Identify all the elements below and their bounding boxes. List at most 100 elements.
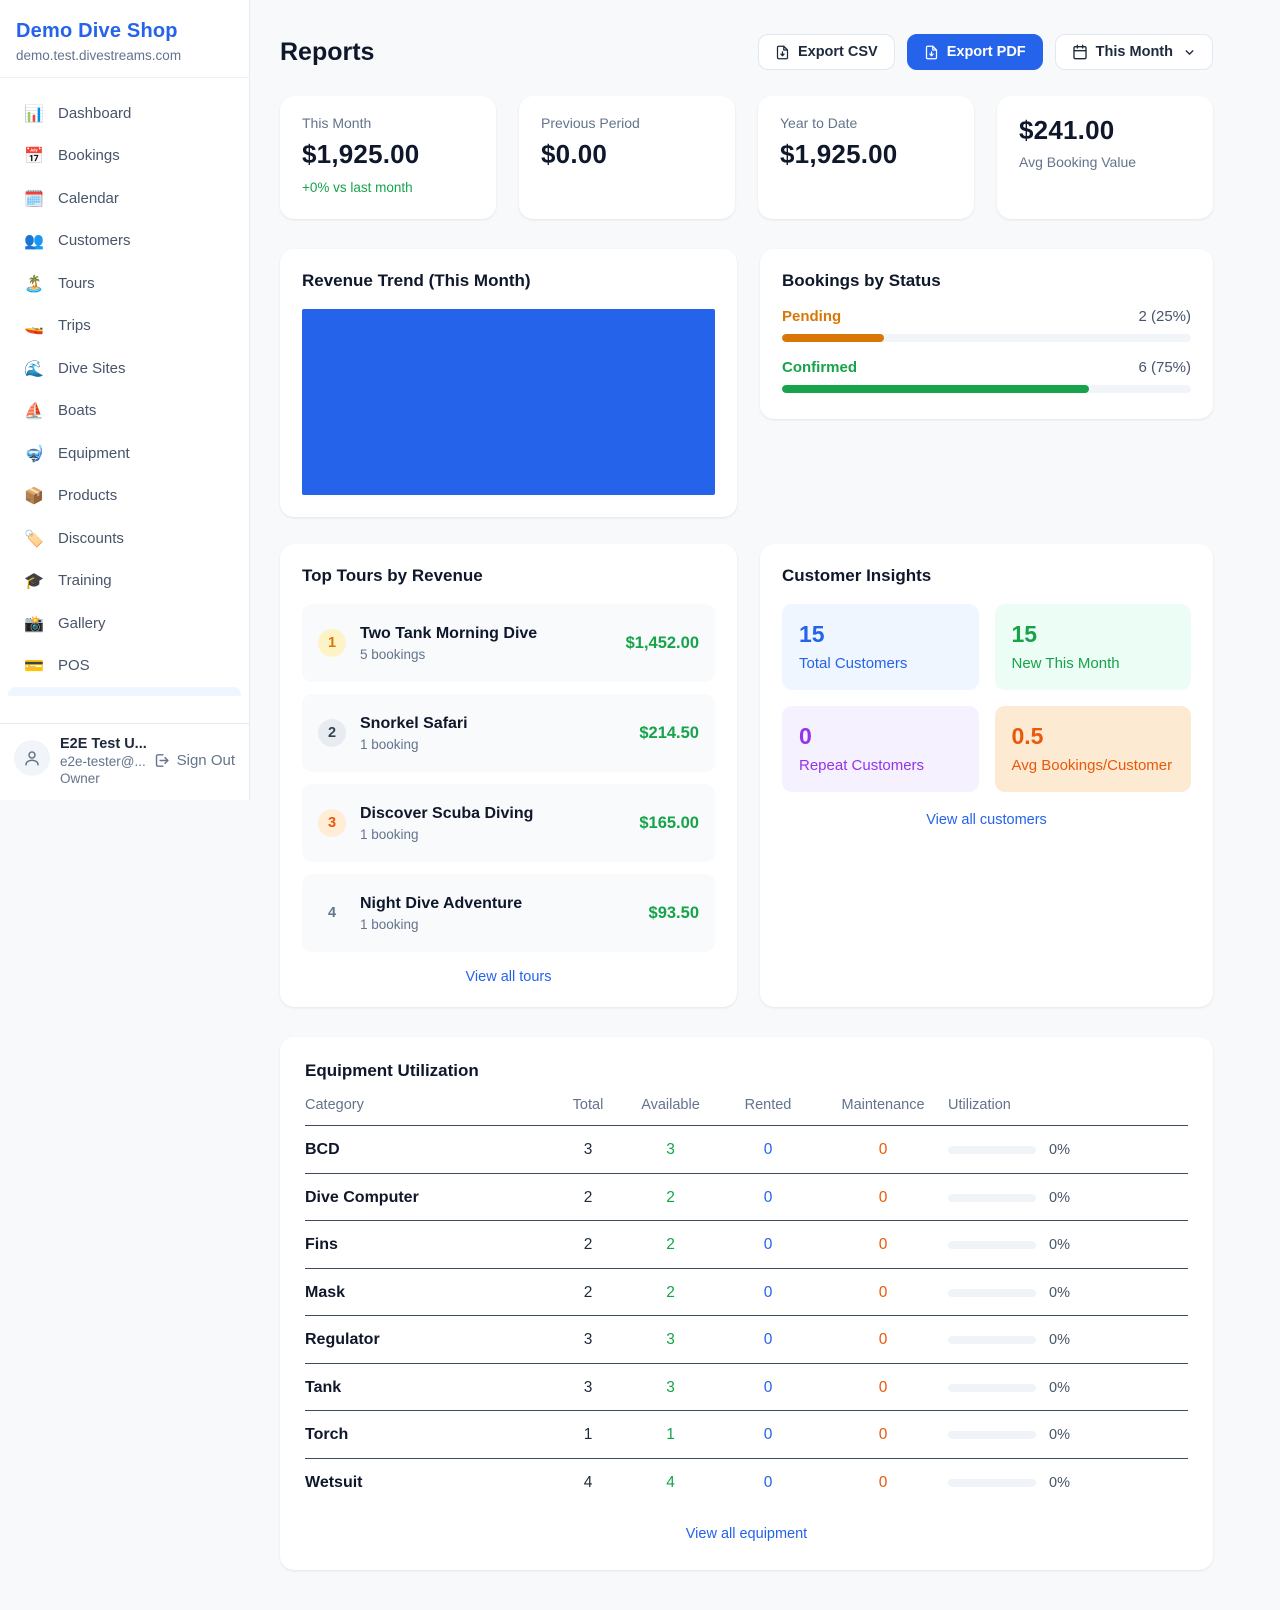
sidebar-item-label: Trips [58, 317, 91, 334]
equipment-category: Regulator [305, 1331, 553, 1349]
sidebar-item-tours[interactable]: 🏝️ Tours [8, 262, 241, 305]
status-value: 2 (25%) [1138, 308, 1191, 325]
export-pdf-button[interactable]: Export PDF [907, 34, 1043, 70]
status-label: Confirmed [782, 359, 857, 376]
page-title: Reports [280, 38, 374, 67]
stat-card-avg-booking-value: $241.00 Avg Booking Value [997, 96, 1213, 219]
table-row: Wetsuit 4 4 0 0 0% [305, 1459, 1188, 1507]
utilization-bar [948, 1479, 1036, 1487]
sidebar-item-products[interactable]: 📦 Products [8, 475, 241, 518]
revenue-trend-card: Revenue Trend (This Month) [280, 249, 737, 517]
tile-value: 15 [1012, 621, 1175, 648]
utilization-cell: 0% [948, 1142, 1188, 1158]
equipment-table: Category Total Available Rented Maintena… [305, 1097, 1188, 1506]
sidebar-item-trips[interactable]: 🚤 Trips [8, 305, 241, 348]
sidebar-item-label: Calendar [58, 190, 119, 207]
sidebar-item-customers[interactable]: 👥 Customers [8, 220, 241, 263]
user-panel: E2E Test U... e2e-tester@... Owner Sign … [0, 723, 249, 800]
dive-sites-icon: 🌊 [24, 359, 44, 378]
sidebar-item-reports-active-partial[interactable] [8, 687, 241, 696]
insight-tile-total-customers: 15 Total Customers [782, 604, 979, 690]
export-csv-label: Export CSV [798, 44, 878, 60]
tile-value: 0.5 [1012, 723, 1175, 750]
view-all-customers-link[interactable]: View all customers [782, 812, 1191, 828]
stat-label: This Month [302, 115, 474, 131]
equipment-icon: 🤿 [24, 444, 44, 463]
sign-out-label: Sign Out [177, 752, 235, 769]
export-csv-button[interactable]: Export CSV [758, 34, 895, 70]
equipment-rented: 0 [718, 1189, 818, 1207]
table-header-row: Category Total Available Rented Maintena… [305, 1097, 1188, 1126]
sidebar-item-label: Bookings [58, 147, 120, 164]
insight-tile-new-this-month: 15 New This Month [995, 604, 1192, 690]
tile-label: Total Customers [799, 655, 962, 672]
stat-label: Year to Date [780, 115, 952, 131]
sidebar-item-dive-sites[interactable]: 🌊 Dive Sites [8, 347, 241, 390]
rank-badge: 3 [318, 809, 346, 837]
equipment-available: 3 [623, 1331, 718, 1349]
calendar-outline-icon [1072, 44, 1088, 60]
sign-out-button[interactable]: Sign Out [153, 752, 235, 769]
equipment-maintenance: 0 [818, 1284, 948, 1302]
sidebar-item-bookings[interactable]: 📅 Bookings [8, 135, 241, 178]
stat-card-this-month: This Month $1,925.00 +0% vs last month [280, 96, 496, 219]
user-name: E2E Test U... [60, 736, 143, 752]
status-label: Pending [782, 308, 841, 325]
sidebar-item-equipment[interactable]: 🤿 Equipment [8, 432, 241, 475]
period-dropdown[interactable]: This Month [1055, 34, 1213, 70]
sidebar-item-label: Customers [58, 232, 131, 249]
equipment-available: 3 [623, 1379, 718, 1397]
equipment-total: 3 [553, 1331, 623, 1349]
equipment-total: 2 [553, 1236, 623, 1254]
utilization-cell: 0% [948, 1237, 1188, 1253]
sidebar-item-label: POS [58, 657, 90, 674]
stat-value: $0.00 [541, 139, 713, 170]
list-item: 4 Night Dive Adventure 1 booking $93.50 [302, 874, 715, 952]
table-row: Torch 1 1 0 0 0% [305, 1411, 1188, 1459]
bookings-by-status-card: Bookings by Status Pending 2 (25%) Confi… [760, 249, 1213, 419]
stat-label: Previous Period [541, 115, 713, 131]
utilization-bar [948, 1146, 1036, 1154]
insight-tile-repeat-customers: 0 Repeat Customers [782, 706, 979, 792]
sidebar-item-label: Discounts [58, 530, 124, 547]
training-icon: 🎓 [24, 571, 44, 590]
tour-name: Night Dive Adventure [360, 895, 635, 913]
utilization-cell: 0% [948, 1190, 1188, 1206]
utilization-percent: 0% [1049, 1427, 1070, 1443]
sidebar-item-discounts[interactable]: 🏷️ Discounts [8, 517, 241, 560]
sidebar-item-calendar[interactable]: 🗓️ Calendar [8, 177, 241, 220]
table-row: Tank 3 3 0 0 0% [305, 1364, 1188, 1412]
sidebar-item-pos[interactable]: 💳 POS [8, 645, 241, 688]
stat-label: Avg Booking Value [1019, 154, 1191, 170]
sidebar: Demo Dive Shop demo.test.divestreams.com… [0, 0, 250, 800]
file-download-icon [775, 45, 790, 60]
discounts-icon: 🏷️ [24, 529, 44, 548]
utilization-bar [948, 1194, 1036, 1202]
list-item: 2 Snorkel Safari 1 booking $214.50 [302, 694, 715, 772]
view-all-tours-link[interactable]: View all tours [302, 969, 715, 985]
sidebar-item-gallery[interactable]: 📸 Gallery [8, 602, 241, 645]
equipment-total: 3 [553, 1379, 623, 1397]
shop-domain: demo.test.divestreams.com [16, 48, 233, 63]
file-download-icon [924, 45, 939, 60]
sidebar-item-boats[interactable]: ⛵ Boats [8, 390, 241, 433]
customer-insights-title: Customer Insights [782, 566, 1191, 586]
shop-name: Demo Dive Shop [16, 20, 233, 43]
progress-track [782, 334, 1191, 342]
equipment-rented: 0 [718, 1426, 818, 1444]
sidebar-item-dashboard[interactable]: 📊 Dashboard [8, 92, 241, 135]
utilization-cell: 0% [948, 1332, 1188, 1348]
tour-bookings: 1 booking [360, 827, 625, 842]
trips-icon: 🚤 [24, 316, 44, 335]
table-row: Fins 2 2 0 0 0% [305, 1221, 1188, 1269]
user-email: e2e-tester@... [60, 754, 143, 769]
sidebar-item-training[interactable]: 🎓 Training [8, 560, 241, 603]
stat-value: $1,925.00 [780, 139, 952, 170]
tile-label: Repeat Customers [799, 757, 962, 774]
main-content: Reports Export CSV Export PDF [250, 0, 1280, 1570]
tile-value: 15 [799, 621, 962, 648]
view-all-equipment-link[interactable]: View all equipment [305, 1526, 1188, 1542]
progress-fill-pending [782, 334, 884, 342]
stat-card-previous-period: Previous Period $0.00 [519, 96, 735, 219]
insight-tile-avg-bookings: 0.5 Avg Bookings/Customer [995, 706, 1192, 792]
